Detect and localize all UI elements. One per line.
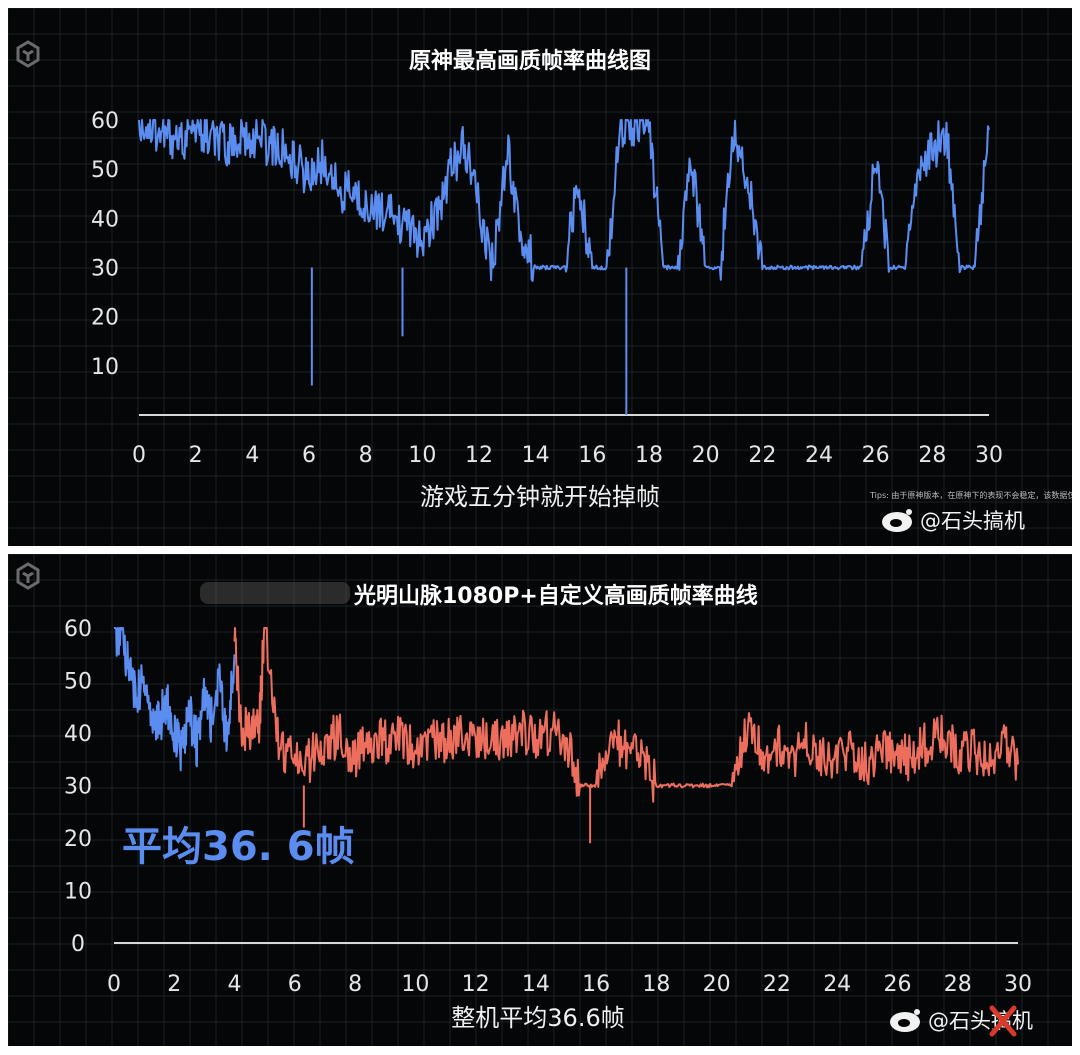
weibo-icon (890, 1009, 920, 1032)
x-tick-label: 0 (132, 443, 146, 468)
y-tick-label: 50 (91, 158, 119, 183)
x-tick-label: 16 (578, 443, 606, 468)
x-tick-label: 24 (805, 443, 833, 468)
series-line (233, 627, 1019, 803)
x-tick-label: 0 (107, 972, 121, 997)
y-tick-label: 0 (71, 932, 85, 957)
x-tick-label: 18 (635, 443, 663, 468)
chart-panel-genshin: 原神最高画质帧率曲线图 10 20 30 40 50 60 0 2 4 6 8 10 12 14 16 18… (8, 8, 1072, 546)
x-tick-label: 12 (462, 972, 490, 997)
x-tick-label: 16 (582, 972, 610, 997)
x-tick-label: 20 (703, 972, 731, 997)
chart-panel-guangming: 光明山脉1080P+自定义高画质帧率曲线 0 10 20 30 40 50 60 02468… (8, 554, 1072, 1046)
x-tick-label: 4 (228, 972, 242, 997)
x-axis-caption: 游戏五分钟就开始掉帧 (420, 483, 660, 511)
chart-title: 原神最高画质帧率曲线图 (409, 48, 651, 74)
frame-rate-chart-genshin: 原神最高画质帧率曲线图 102030405060 0 2 4 6 8 10 12 14 16 18… (8, 8, 1072, 546)
chart-title: 光明山脉1080P+自定义高画质帧率曲线 (353, 583, 758, 609)
x-tick-label: 10 (408, 443, 436, 468)
y-tick-label: 30 (64, 775, 92, 800)
x-tick-label: 30 (975, 443, 1003, 468)
frame-rate-chart-guangming: 光明山脉1080P+自定义高画质帧率曲线 0102030405060 02468… (8, 554, 1072, 1046)
x-tick-label: 22 (763, 972, 791, 997)
x-tick-label: 6 (302, 443, 316, 468)
y-tick-label: 10 (91, 355, 119, 380)
average-label: 平均36. 6帧 (122, 824, 355, 870)
y-tick-label: 40 (91, 207, 119, 232)
x-tick-label: 26 (883, 972, 911, 997)
logo-icon (16, 40, 40, 68)
x-tick-label: 28 (918, 443, 946, 468)
logo-icon (16, 562, 40, 590)
y-tick-label: 20 (91, 306, 119, 331)
weibo-credit: @石头搞机 (920, 509, 1025, 533)
x-tick-label: 10 (401, 972, 429, 997)
x-axis-caption: 整机平均36.6帧 (451, 1004, 624, 1032)
x-tick-label: 24 (823, 972, 851, 997)
x-tick-label: 22 (748, 443, 776, 468)
x-tick-label: 2 (167, 972, 181, 997)
y-tick-label: 60 (91, 109, 119, 134)
x-tick-label: 4 (245, 443, 259, 468)
y-tick-label: 50 (64, 670, 92, 695)
tips-note: Tips: 由于原神版本，在原神下的表现不会稳定，该数据仅供参考，本测仅供参考不… (869, 490, 1072, 500)
weibo-credit: @石头搞机 (928, 1009, 1033, 1033)
x-tick-label: 2 (189, 443, 203, 468)
series-line (138, 119, 990, 282)
x-tick-label: 18 (642, 972, 670, 997)
y-tick-label: 10 (64, 880, 92, 905)
x-tick-label: 12 (465, 443, 493, 468)
x-tick-label: 8 (359, 443, 373, 468)
x-tick-label: 28 (944, 972, 972, 997)
x-tick-label: 20 (692, 443, 720, 468)
x-tick-label: 30 (1004, 972, 1032, 997)
x-tick-label: 8 (348, 972, 362, 997)
x-tick-label: 26 (862, 443, 890, 468)
y-tick-label: 30 (91, 257, 119, 282)
blurred-device-name (200, 582, 350, 604)
x-tick-label: 14 (522, 443, 550, 468)
weibo-icon (882, 509, 912, 532)
y-tick-label: 40 (64, 722, 92, 747)
y-tick-label: 60 (64, 617, 92, 642)
x-tick-label: 6 (288, 972, 302, 997)
y-tick-label: 20 (64, 827, 92, 852)
x-tick-label: 14 (522, 972, 550, 997)
